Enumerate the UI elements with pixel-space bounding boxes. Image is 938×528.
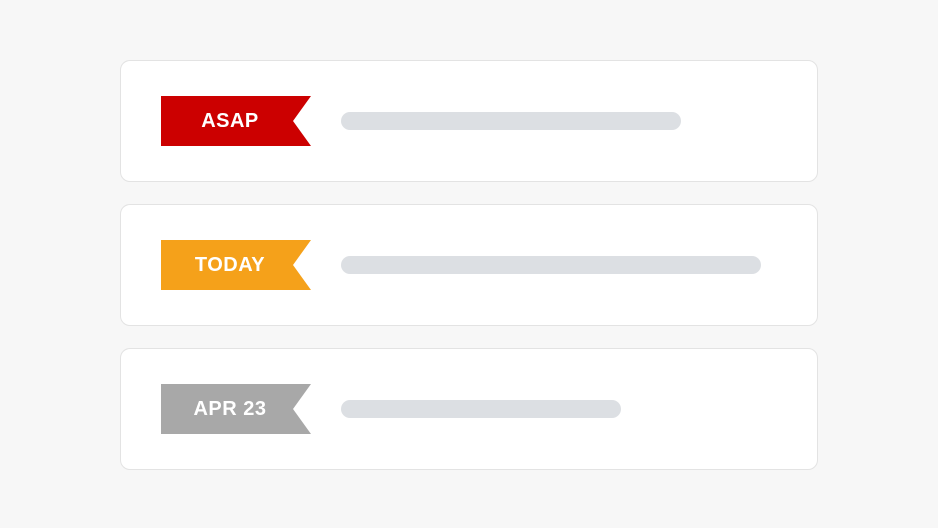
- priority-ribbon-today: TODAY: [161, 240, 311, 290]
- priority-label: TODAY: [195, 254, 265, 277]
- task-title-placeholder: [341, 112, 681, 130]
- task-card[interactable]: ASAP: [120, 60, 818, 182]
- priority-ribbon-asap: ASAP: [161, 96, 311, 146]
- task-card[interactable]: APR 23: [120, 348, 818, 470]
- task-title-placeholder: [341, 256, 761, 274]
- priority-label: ASAP: [201, 110, 259, 133]
- priority-ribbon-date: APR 23: [161, 384, 311, 434]
- task-title-placeholder: [341, 400, 621, 418]
- task-card[interactable]: TODAY: [120, 204, 818, 326]
- priority-label: APR 23: [193, 398, 266, 421]
